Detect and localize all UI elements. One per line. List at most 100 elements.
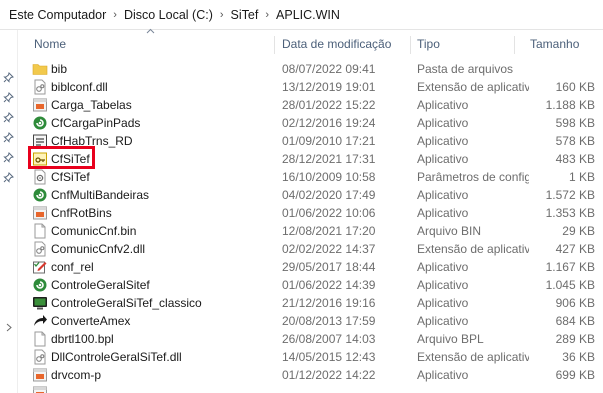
pin-icon[interactable]: [3, 72, 14, 83]
file-row[interactable]: Carga_Tabelas 28/01/2022 15:22 Aplicativo 1…: [20, 96, 603, 114]
file-row[interactable]: ControleGeralSitef 01/06/2022 14:39 Aplica…: [20, 276, 603, 294]
file-size: 699 KB: [555, 368, 595, 382]
file-row[interactable]: drvcom-p 01/12/2022 14:22 Aplicativo 699 KB: [20, 366, 603, 384]
file-name: ControleGeralSitef: [51, 278, 150, 292]
file-date: 12/08/2021 17:20: [282, 224, 376, 238]
breadcrumb-item-sitef[interactable]: SiTef: [228, 8, 262, 22]
file-name: ControleGeralSiTef_classico: [51, 296, 202, 310]
app-orange-icon: [32, 385, 48, 393]
file-type: Aplicativo: [417, 188, 469, 202]
app-orange-icon: [32, 205, 48, 221]
column-header-size[interactable]: Tamanho: [518, 30, 598, 58]
file-date: 29/05/2017 18:44: [282, 260, 376, 274]
file-date: 08/07/2022 09:41: [282, 62, 376, 76]
file-row[interactable]: CfCargaPinPads 02/12/2016 19:24 Aplicativo…: [20, 114, 603, 132]
file-size: 1.353 KB: [545, 206, 595, 220]
file-type: Aplicativo: [417, 116, 469, 130]
breadcrumb-item-disk[interactable]: Disco Local (C:): [121, 8, 216, 22]
file-icon: [32, 331, 48, 347]
file-date: 01/12/2022 14:22: [282, 368, 376, 382]
column-header-name[interactable]: Nome: [22, 30, 274, 58]
file-type: Arquivo BIN: [417, 224, 482, 238]
file-list: bib 08/07/2022 09:41 Pasta de arquivos bibl…: [20, 60, 603, 393]
file-size: 483 KB: [555, 152, 595, 166]
file-date: 16/10/2009 10:58: [282, 170, 376, 184]
file-row[interactable]: ComunicCnf.bin 12/08/2021 17:20 Arquivo BI…: [20, 222, 603, 240]
file-row[interactable]: CnfMultiBandeiras 04/02/2020 17:49 Aplicat…: [20, 186, 603, 204]
breadcrumb-item-computer[interactable]: Este Computador: [6, 8, 109, 22]
file-date: 20/08/2013 17:59: [282, 314, 376, 328]
file-size: 1.167 KB: [545, 260, 595, 274]
file-size: [525, 384, 595, 393]
file-size: 289 KB: [555, 332, 595, 346]
file-size: 1.572 KB: [545, 188, 595, 202]
file-row[interactable]: [20, 384, 603, 393]
file-size: 578 KB: [555, 134, 595, 148]
file-row[interactable]: CnfRotBins 01/06/2022 10:06 Aplicativo 1.35…: [20, 204, 603, 222]
file-type: Aplicativo: [417, 278, 469, 292]
file-name: Carga_Tabelas: [51, 98, 132, 112]
pin-icon[interactable]: [3, 152, 14, 163]
file-row[interactable]: conf_rel 29/05/2017 18:44 Aplicativo 1.167 …: [20, 258, 603, 276]
sitef-green-icon: [32, 277, 48, 293]
pin-icon[interactable]: [3, 172, 14, 183]
file-row[interactable]: bib 08/07/2022 09:41 Pasta de arquivos: [20, 60, 603, 78]
file-type: Aplicativo: [417, 314, 469, 328]
file-row[interactable]: DllControleGeralSiTef.dll 14/05/2015 12:4…: [20, 348, 603, 366]
file-row[interactable]: ConverteAmex 20/08/2013 17:59 Aplicativo 68…: [20, 312, 603, 330]
file-icon: [32, 223, 48, 239]
file-date: [282, 384, 415, 393]
file-date: 13/12/2019 19:01: [282, 80, 376, 94]
app-orange-icon: [32, 367, 48, 383]
column-divider[interactable]: [514, 36, 515, 54]
column-header-type[interactable]: Tipo: [405, 30, 515, 58]
file-row[interactable]: CfHabTrns_RD 01/09/2010 17:21 Aplicativo 57…: [20, 132, 603, 150]
folder-icon: [32, 61, 48, 77]
config-file-icon: [32, 169, 48, 185]
sort-ascending-icon: [146, 28, 155, 34]
file-type: Parâmetros de config...: [417, 170, 529, 184]
file-name: conf_rel: [51, 260, 94, 274]
file-name: biblconf.dll: [51, 80, 108, 94]
file-size: 1 KB: [568, 170, 595, 184]
chevron-right-icon: ›: [113, 8, 117, 21]
file-type: Aplicativo: [417, 152, 469, 166]
file-date: 14/05/2015 12:43: [282, 350, 376, 364]
file-size: 1.045 KB: [545, 278, 595, 292]
file-row[interactable]: ControleGeralSiTef_classico 21/12/2016 19…: [20, 294, 603, 312]
file-row[interactable]: CfSiTef 28/12/2021 17:31 Aplicativo 483 KB: [20, 150, 603, 168]
chevron-right-icon: ›: [265, 8, 270, 21]
column-header-date[interactable]: Data de modificação: [270, 30, 410, 58]
chevron-right-icon: ›: [219, 8, 224, 21]
file-type: Aplicativo: [417, 134, 469, 148]
file-date: 01/06/2022 14:39: [282, 278, 376, 292]
file-date: 01/09/2010 17:21: [282, 134, 376, 148]
file-date: 02/12/2016 19:24: [282, 116, 376, 130]
dll-icon: [32, 241, 48, 257]
file-date: 02/02/2022 14:37: [282, 242, 376, 256]
file-name: CnfRotBins: [51, 206, 112, 220]
expand-arrow-icon[interactable]: [3, 322, 14, 333]
file-row[interactable]: CfSiTef 16/10/2009 10:58 Parâmetros de con…: [20, 168, 603, 186]
file-name: ComunicCnfv2.dll: [51, 242, 146, 256]
file-type: Aplicativo: [417, 368, 469, 382]
file-type: Extensão de aplicativo: [417, 80, 529, 94]
column-header-row: Nome Data de modificação Tipo Tamanho: [20, 30, 603, 58]
file-name: CfCargaPinPads: [51, 116, 141, 130]
file-type: Arquivo BPL: [417, 332, 484, 346]
pin-icon[interactable]: [3, 112, 14, 123]
dll-icon: [32, 79, 48, 95]
file-row[interactable]: dbrtl100.bpl 26/08/2007 14:03 Arquivo BPL 2…: [20, 330, 603, 348]
pin-icon[interactable]: [3, 92, 14, 103]
file-name: [51, 384, 279, 393]
file-row[interactable]: ComunicCnfv2.dll 02/02/2022 14:37 Extensão…: [20, 240, 603, 258]
sitef-green-icon: [32, 115, 48, 131]
breadcrumb-item-aplic[interactable]: APLIC.WIN: [273, 8, 343, 22]
file-name: bib: [51, 62, 68, 76]
breadcrumb: Este Computador › Disco Local (C:) › SiT…: [0, 0, 603, 30]
dll-icon: [32, 349, 48, 365]
file-row[interactable]: biblconf.dll 13/12/2019 19:01 Extensão de …: [20, 78, 603, 96]
file-size: 1.188 KB: [545, 98, 595, 112]
pin-icon[interactable]: [3, 132, 14, 143]
highlight-box: [28, 146, 95, 169]
